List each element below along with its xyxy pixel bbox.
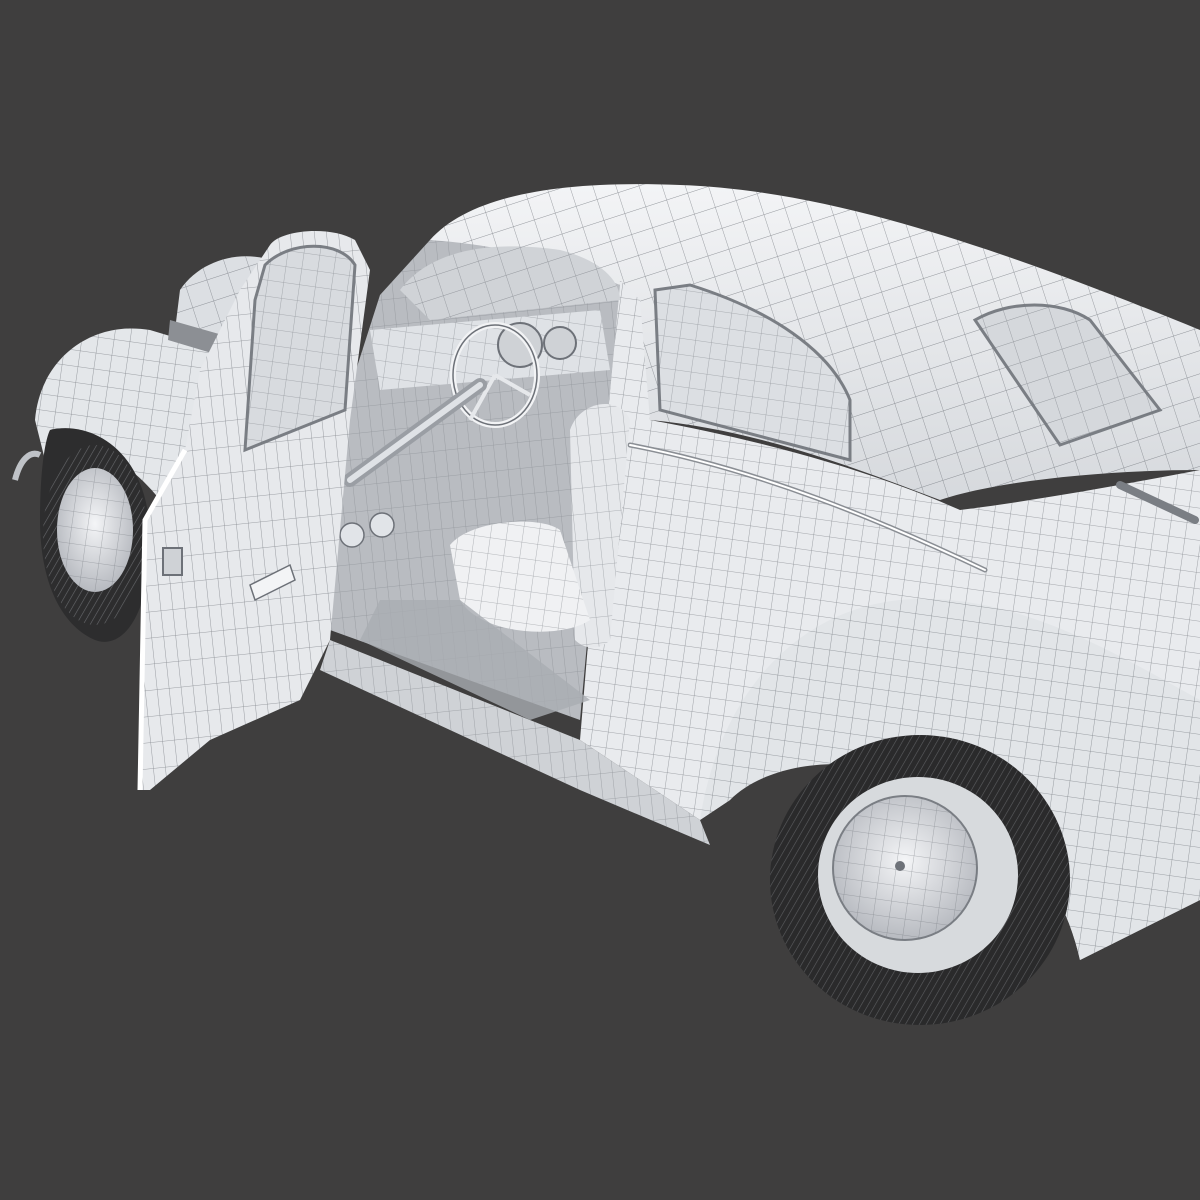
bumper bbox=[12, 450, 42, 481]
car-render bbox=[12, 184, 1200, 1025]
pedal-left bbox=[339, 522, 365, 548]
gauge-right bbox=[543, 326, 577, 360]
door-latch bbox=[162, 547, 183, 576]
open-door bbox=[137, 230, 370, 791]
pedal-right bbox=[369, 512, 395, 538]
render-viewport bbox=[0, 0, 1200, 1200]
rear-wheel bbox=[770, 735, 1070, 1025]
interior bbox=[330, 240, 630, 720]
